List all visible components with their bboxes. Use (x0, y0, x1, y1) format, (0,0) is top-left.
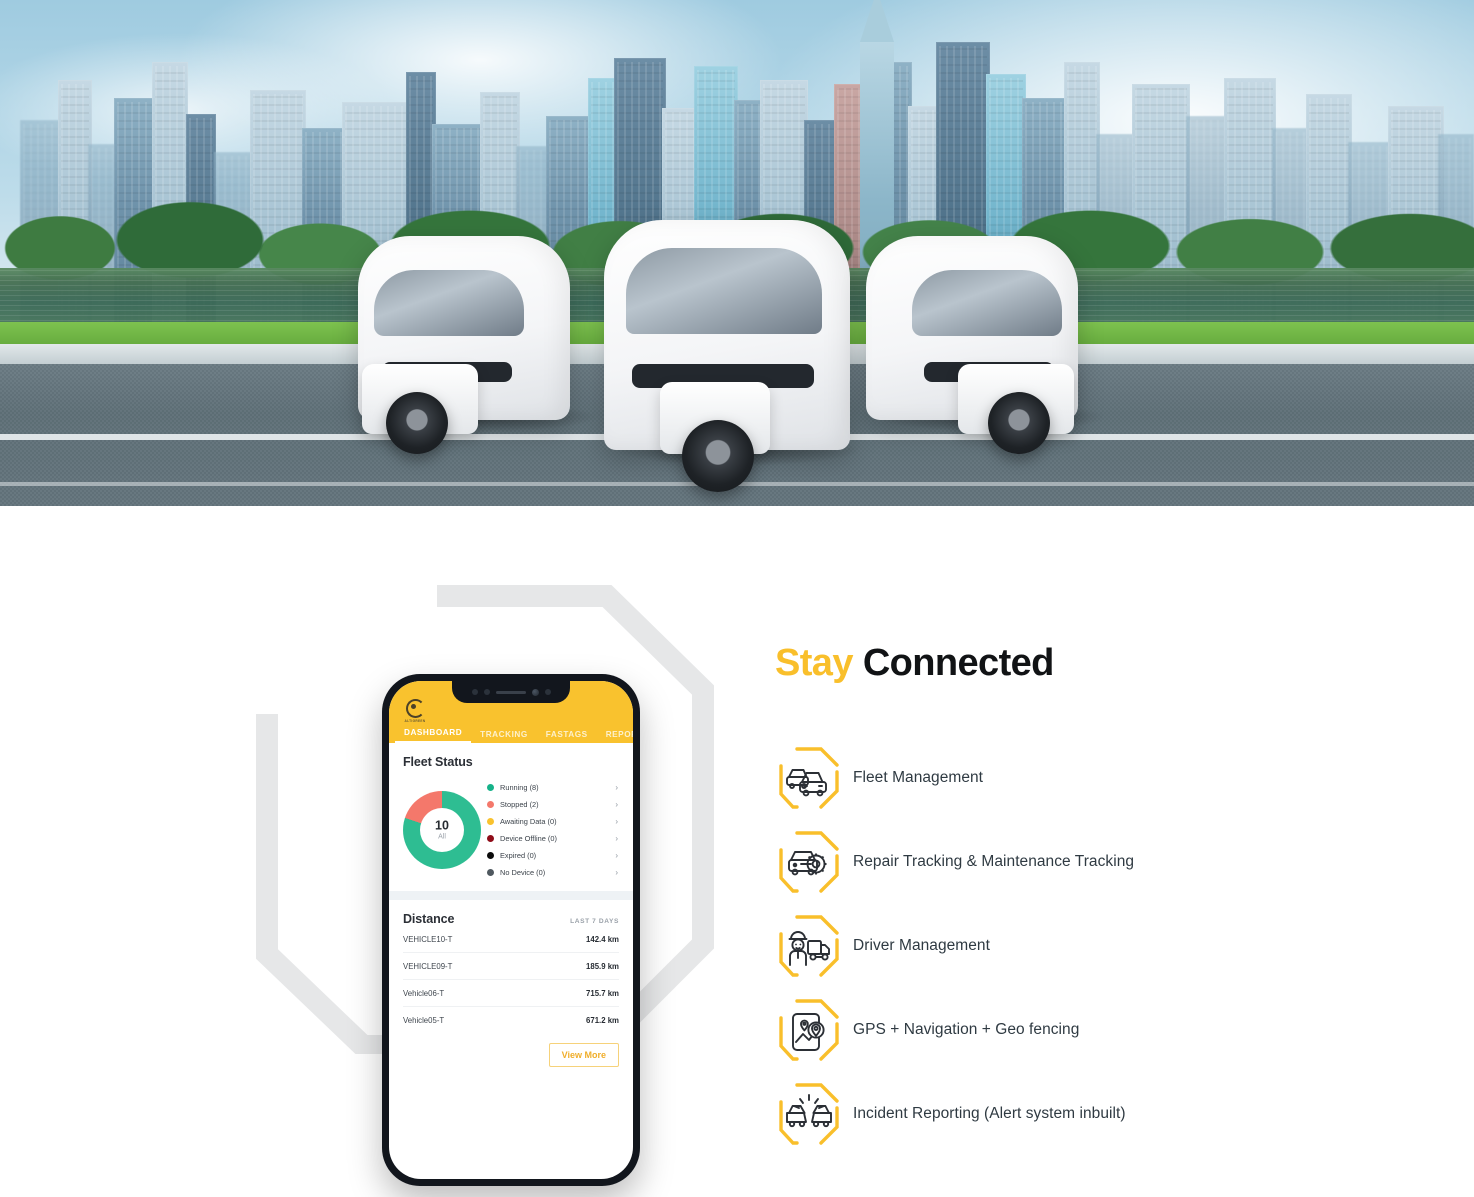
legend-label: Device Offline (0) (500, 834, 557, 843)
chevron-right-icon[interactable]: › (615, 783, 618, 792)
earpiece-speaker-icon (495, 690, 526, 694)
legend-label: Awaiting Data (0) (500, 817, 557, 826)
chevron-right-icon[interactable]: › (615, 817, 618, 826)
status-dot-device-offline (487, 835, 494, 842)
tab-fastags[interactable]: FASTAGS (537, 730, 597, 743)
front-camera-icon (531, 688, 539, 696)
sensor-dot-icon (544, 689, 551, 695)
donut-total-value: 10 (435, 818, 449, 833)
legend-item-running[interactable]: Running (8) › (487, 779, 619, 796)
status-dot-awaiting-data (487, 818, 494, 825)
rickshaw-left (358, 154, 608, 454)
legend-label: Running (8) (500, 783, 539, 792)
feature-item-gps-navigation[interactable]: GPS + Navigation + Geo fencing (775, 988, 1415, 1072)
vehicle-distance: 715.7 km (586, 988, 619, 998)
hero-banner (0, 0, 1474, 506)
table-row[interactable]: VEHICLE09-T 185.9 km (403, 953, 619, 980)
vehicle-distance: 142.4 km (586, 934, 619, 944)
distance-title: Distance (403, 912, 455, 926)
rickshaw-right (866, 154, 1116, 454)
fleet-status-title: Fleet Status (403, 755, 473, 769)
chevron-right-icon[interactable]: › (615, 800, 618, 809)
vehicle-distance: 671.2 km (586, 1015, 619, 1025)
feature-label: Fleet Management (853, 768, 984, 786)
gps-phone-pin-icon (775, 996, 843, 1064)
page-title: Stay Connected (775, 644, 1415, 682)
chevron-right-icon[interactable]: › (615, 834, 618, 843)
distance-card: Distance LAST 7 DAYS VEHICLE10-T 142.4 k… (389, 900, 633, 1077)
fleet-status-donut-chart: 10 All (403, 791, 481, 869)
vehicle-name: VEHICLE09-T (403, 961, 453, 971)
legend-label: Stopped (2) (500, 800, 539, 809)
driver-truck-icon (775, 912, 843, 980)
status-dot-running (487, 784, 494, 791)
table-row[interactable]: Vehicle06-T 715.7 km (403, 980, 619, 1007)
chevron-right-icon[interactable]: › (615, 851, 618, 860)
vehicle-distance: 185.9 km (586, 961, 619, 971)
repair-gear-car-icon (775, 828, 843, 896)
vehicle-name: Vehicle05-T (403, 1015, 445, 1025)
phone-notch (452, 681, 570, 703)
app-logo-icon: ALTIGREEN (403, 699, 427, 725)
tab-report[interactable]: REPORT (597, 730, 633, 743)
title-highlight: Stay (775, 641, 853, 684)
legend-label: Expired (0) (500, 851, 537, 860)
table-row[interactable]: VEHICLE10-T 142.4 km (403, 926, 619, 953)
sensor-dot-icon (483, 689, 490, 695)
vehicle-name: Vehicle06-T (403, 988, 445, 998)
distance-period-label: LAST 7 DAYS (570, 918, 619, 925)
status-dot-expired (487, 852, 494, 859)
feature-list: Fleet Management Repair Tracking & Maint… (775, 736, 1415, 1156)
stay-connected-section: ALTIGREEN DASHBOARD TRACKING FASTAGS REP… (0, 506, 1474, 1197)
app-tab-bar: DASHBOARD TRACKING FASTAGS REPORT (389, 723, 633, 743)
sensor-dot-icon (471, 689, 478, 695)
table-row[interactable]: Vehicle05-T 671.2 km (403, 1007, 619, 1033)
fleet-status-card: Fleet Status 10 All Running (8) › Stoppe… (389, 743, 633, 891)
tab-dashboard[interactable]: DASHBOARD (395, 728, 472, 743)
legend-item-device-offline[interactable]: Device Offline (0) › (487, 830, 619, 847)
status-dot-stopped (487, 801, 494, 808)
tab-tracking[interactable]: TRACKING (471, 730, 537, 743)
legend-item-no-device[interactable]: No Device (0) › (487, 864, 619, 881)
feature-label: Repair Tracking & Maintenance Tracking (853, 852, 1135, 870)
feature-item-driver-management[interactable]: Driver Management (775, 904, 1415, 988)
features-column: Stay Connected Fleet Management Repair T… (775, 612, 1415, 1156)
legend-label: No Device (0) (500, 868, 546, 877)
feature-label: Incident Reporting (Alert system inbuilt… (853, 1104, 1126, 1122)
car-crash-icon (775, 1080, 843, 1148)
phone-mockup: ALTIGREEN DASHBOARD TRACKING FASTAGS REP… (382, 674, 640, 1186)
feature-item-fleet-management[interactable]: Fleet Management (775, 736, 1415, 820)
vehicle-name: VEHICLE10-T (403, 934, 453, 944)
legend-item-stopped[interactable]: Stopped (2) › (487, 796, 619, 813)
view-more-button[interactable]: View More (548, 1043, 619, 1067)
feature-label: GPS + Navigation + Geo fencing (853, 1020, 1080, 1038)
feature-item-incident-reporting[interactable]: Incident Reporting (Alert system inbuilt… (775, 1072, 1415, 1156)
fleet-status-legend: Running (8) › Stopped (2) › Awaiting Dat… (487, 779, 619, 881)
legend-item-expired[interactable]: Expired (0) › (487, 847, 619, 864)
chevron-right-icon[interactable]: › (615, 868, 618, 877)
rickshaw-center (604, 154, 872, 492)
feature-item-repair-tracking[interactable]: Repair Tracking & Maintenance Tracking (775, 820, 1415, 904)
donut-total-label: All (438, 833, 446, 841)
title-rest: Connected (862, 641, 1055, 684)
status-dot-no-device (487, 869, 494, 876)
feature-label: Driver Management (853, 936, 990, 954)
card-separator (389, 891, 633, 900)
fleet-cars-icon (775, 744, 843, 812)
legend-item-awaiting-data[interactable]: Awaiting Data (0) › (487, 813, 619, 830)
